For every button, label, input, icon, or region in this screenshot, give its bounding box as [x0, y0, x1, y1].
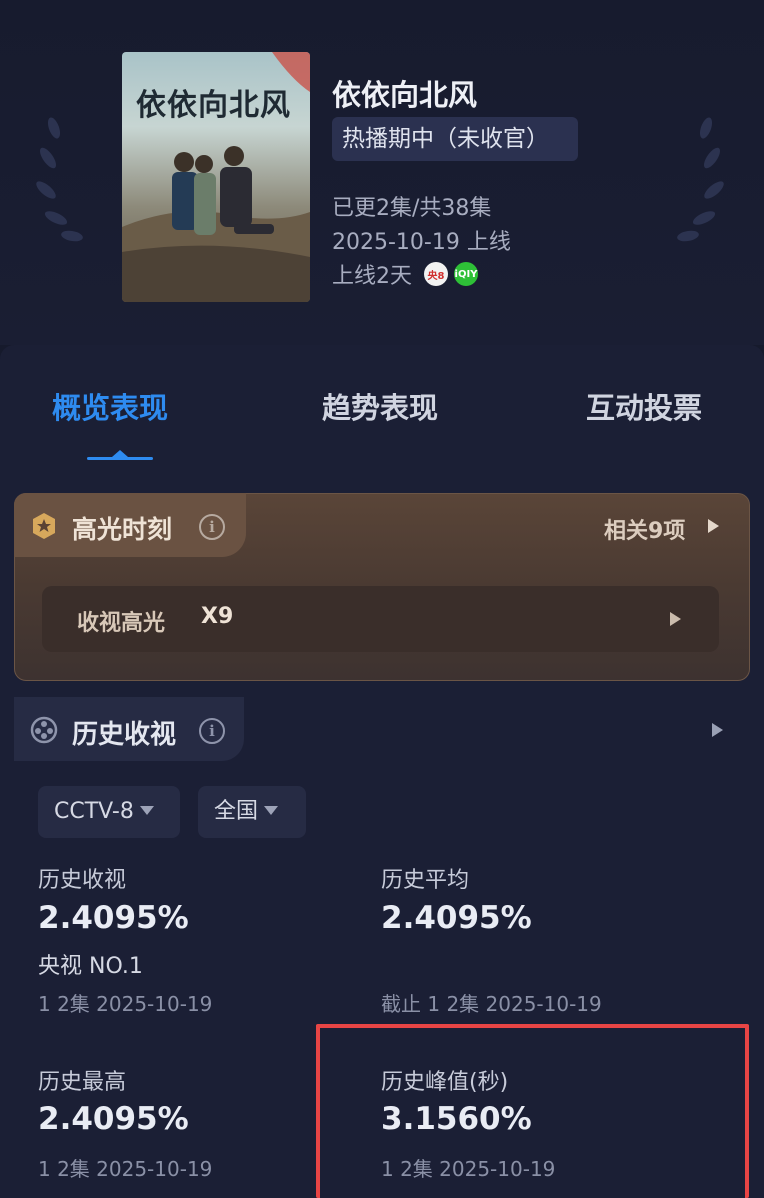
stat-history-average-episode: 截止 1 2集 2025-10-19: [381, 992, 602, 1016]
region-filter-dropdown[interactable]: 全国: [198, 786, 306, 838]
stat-history-highest-value: 2.4095%: [38, 1101, 189, 1137]
chevron-right-icon[interactable]: [708, 519, 719, 533]
channel-filter-value: CCTV-8: [54, 799, 134, 824]
premiere-date: 2025-10-19 上线: [332, 230, 511, 255]
iqiyi-icon[interactable]: iQIY: [454, 262, 478, 286]
annotation-highlight-box: [316, 1024, 749, 1198]
chevron-right-icon[interactable]: [670, 612, 681, 626]
tab-voting[interactable]: 互动投票: [586, 385, 702, 427]
days-online: 上线2天: [332, 264, 412, 289]
info-icon[interactable]: i: [199, 718, 225, 744]
tab-overview[interactable]: 概览表现: [52, 385, 168, 427]
film-reel-icon: [30, 716, 58, 744]
active-tab-indicator: [87, 457, 153, 460]
show-header: [0, 0, 764, 345]
active-tab-caret: [112, 450, 128, 457]
highlights-related-link[interactable]: 相关9项: [604, 513, 685, 545]
rating-highlight-count: X9: [201, 604, 234, 629]
caret-down-icon: [139, 805, 154, 815]
episode-count: 已更2集/共38集: [332, 196, 492, 221]
stat-history-rating-label: 历史收视: [38, 868, 127, 893]
tab-trends[interactable]: 趋势表现: [322, 385, 438, 427]
show-poster[interactable]: 依依向北风: [122, 52, 310, 302]
laurel-left-icon: [36, 117, 83, 242]
days-online-row: 上线2天 央8 iQIY: [332, 258, 478, 290]
stat-history-average-label: 历史平均: [381, 868, 470, 893]
poster-title: 依依向北风: [136, 88, 291, 123]
history-title: 历史收视: [72, 720, 177, 750]
stat-history-rating-value: 2.4095%: [38, 900, 189, 936]
star-badge-icon: [33, 513, 55, 539]
show-title: 依依向北风: [332, 78, 478, 112]
stat-history-average-value: 2.4095%: [381, 900, 532, 936]
stat-history-highest-episode: 1 2集 2025-10-19: [38, 1157, 213, 1181]
caret-down-icon: [264, 805, 279, 815]
laurel-right-icon: [677, 117, 724, 242]
cctv8-icon[interactable]: 央8: [424, 262, 448, 286]
chevron-right-icon[interactable]: [712, 723, 723, 737]
info-icon[interactable]: i: [199, 514, 225, 540]
rating-highlight-label: 收视高光: [77, 611, 166, 636]
stat-history-rating-rank: 央视 NO.1: [38, 954, 143, 979]
stat-history-rating-episode: 1 2集 2025-10-19: [38, 992, 213, 1016]
status-badge: 热播期中（未收官）: [332, 117, 578, 161]
stat-history-highest-label: 历史最高: [38, 1070, 127, 1095]
highlights-title: 高光时刻: [72, 515, 173, 544]
region-filter-value: 全国: [214, 799, 259, 824]
channel-filter-dropdown[interactable]: CCTV-8: [38, 786, 180, 838]
